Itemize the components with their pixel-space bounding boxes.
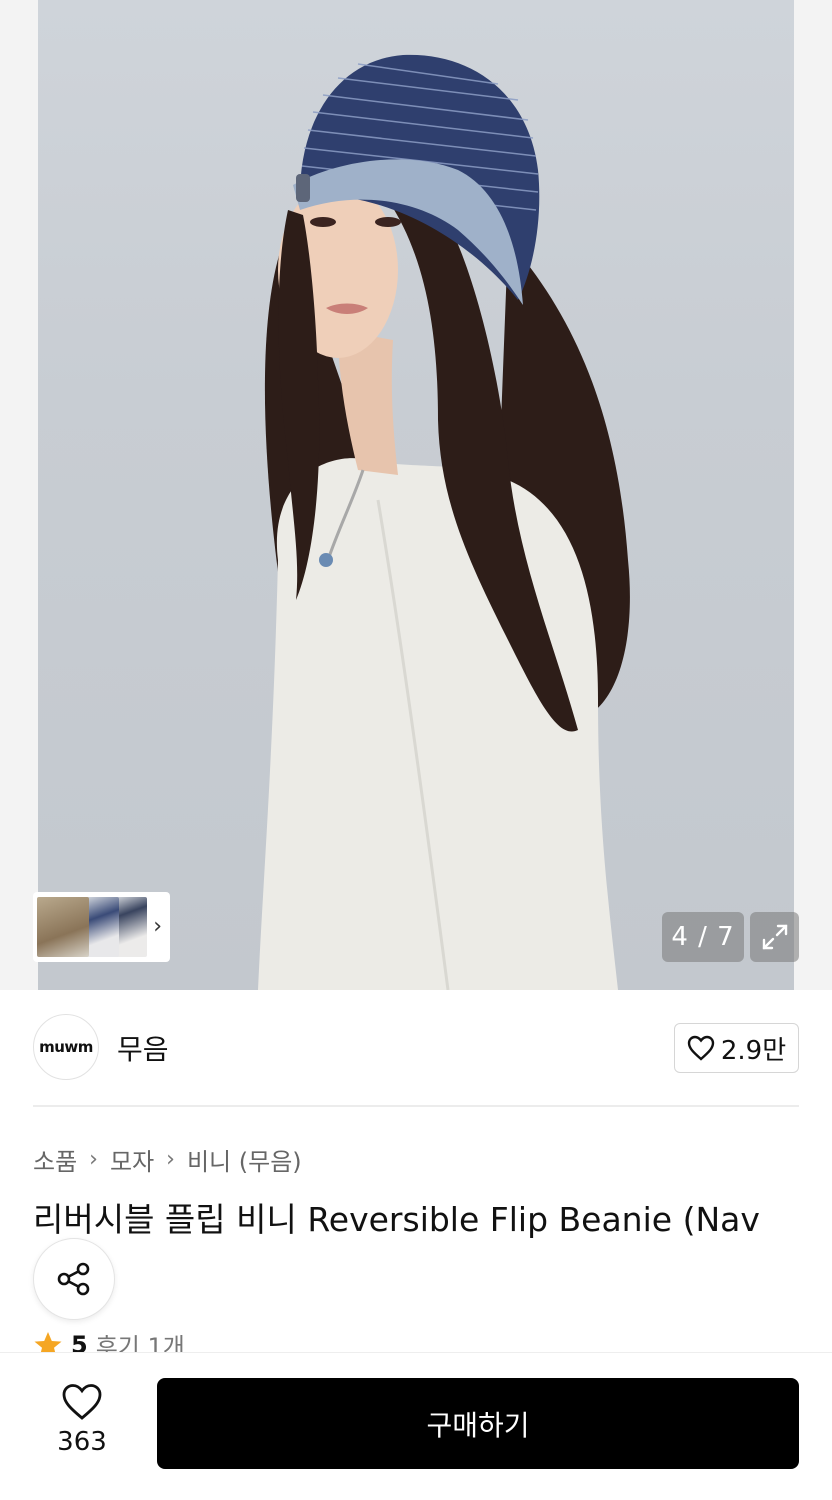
chevron-right-icon[interactable]: › bbox=[153, 914, 162, 939]
brand-like-count: 2.9만 bbox=[720, 1035, 787, 1066]
thumbnail-image[interactable] bbox=[37, 897, 89, 957]
brand-logo[interactable]: muwm bbox=[33, 1014, 99, 1080]
brand-name[interactable]: 무음 bbox=[117, 1028, 169, 1068]
breadcrumb-item[interactable]: 소품 bbox=[33, 1142, 77, 1177]
share-icon bbox=[57, 1262, 90, 1296]
breadcrumb-item[interactable]: 모자 bbox=[110, 1142, 154, 1177]
breadcrumb: 소품 › 모자 › 비니 (무음) bbox=[33, 1142, 302, 1177]
model-illustration bbox=[258, 54, 630, 990]
bottom-action-bar: 363 구매하기 bbox=[0, 1352, 832, 1500]
brand-row: muwm 무음 2.9만 bbox=[33, 1014, 799, 1080]
image-counter: 4 / 7 bbox=[662, 912, 744, 962]
heart-icon bbox=[687, 1035, 715, 1061]
brand-like-button[interactable]: 2.9만 bbox=[674, 1023, 799, 1073]
wishlist-button[interactable]: 363 bbox=[42, 1383, 122, 1457]
product-photo[interactable] bbox=[38, 0, 794, 990]
breadcrumb-item[interactable]: 비니 (무음) bbox=[187, 1142, 302, 1177]
chevron-right-icon: › bbox=[166, 1147, 175, 1172]
expand-icon[interactable] bbox=[750, 912, 799, 962]
wishlist-count: 363 bbox=[57, 1427, 107, 1457]
product-title: 리버시블 플립 비니 Reversible Flip Beanie (Nav bbox=[33, 1200, 760, 1239]
chevron-right-icon: › bbox=[89, 1147, 98, 1172]
heart-icon bbox=[62, 1384, 102, 1420]
buy-button[interactable]: 구매하기 bbox=[157, 1378, 799, 1469]
share-button[interactable] bbox=[33, 1238, 115, 1320]
divider bbox=[33, 1105, 799, 1107]
thumbnail-strip[interactable]: › bbox=[33, 892, 170, 962]
product-gallery[interactable]: › 4 / 7 bbox=[0, 0, 832, 990]
